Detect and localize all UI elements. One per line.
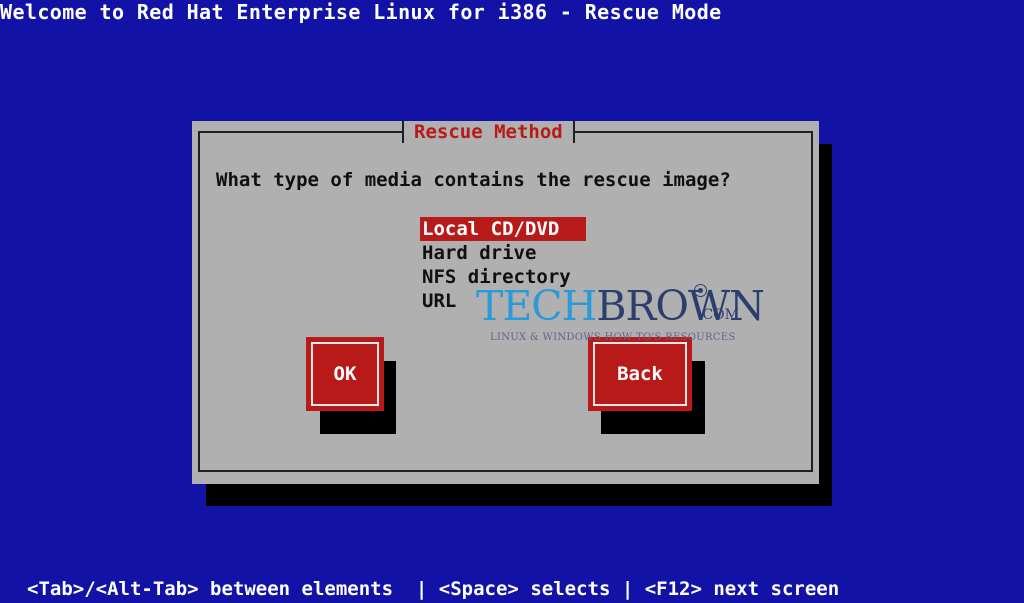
ok-button[interactable]: OK: [306, 337, 384, 411]
option-nfs-directory[interactable]: NFS directory: [420, 265, 586, 289]
rescue-method-dialog: Rescue Method What type of media contain…: [192, 121, 819, 484]
option-local-cd-dvd[interactable]: Local CD/DVD: [420, 217, 586, 241]
dialog-title-bar: Rescue Method: [402, 121, 575, 143]
media-question: What type of media contains the rescue i…: [216, 169, 731, 191]
rescue-mode-screen: Welcome to Red Hat Enterprise Linux for …: [0, 0, 1024, 603]
back-button[interactable]: Back: [588, 337, 692, 411]
option-url[interactable]: URL: [420, 289, 586, 313]
dialog-title: Rescue Method: [414, 121, 563, 143]
keyboard-help-footer: <Tab>/<Alt-Tab> between elements | <Spac…: [27, 578, 840, 600]
option-hard-drive[interactable]: Hard drive: [420, 241, 586, 265]
screen-title: Welcome to Red Hat Enterprise Linux for …: [0, 0, 722, 24]
media-options-list[interactable]: Local CD/DVD Hard drive NFS directory UR…: [420, 217, 586, 313]
back-button-frame: Back: [593, 342, 687, 406]
back-button-label: Back: [617, 363, 663, 385]
ok-button-label: OK: [333, 363, 357, 385]
ok-button-frame: OK: [311, 342, 379, 406]
